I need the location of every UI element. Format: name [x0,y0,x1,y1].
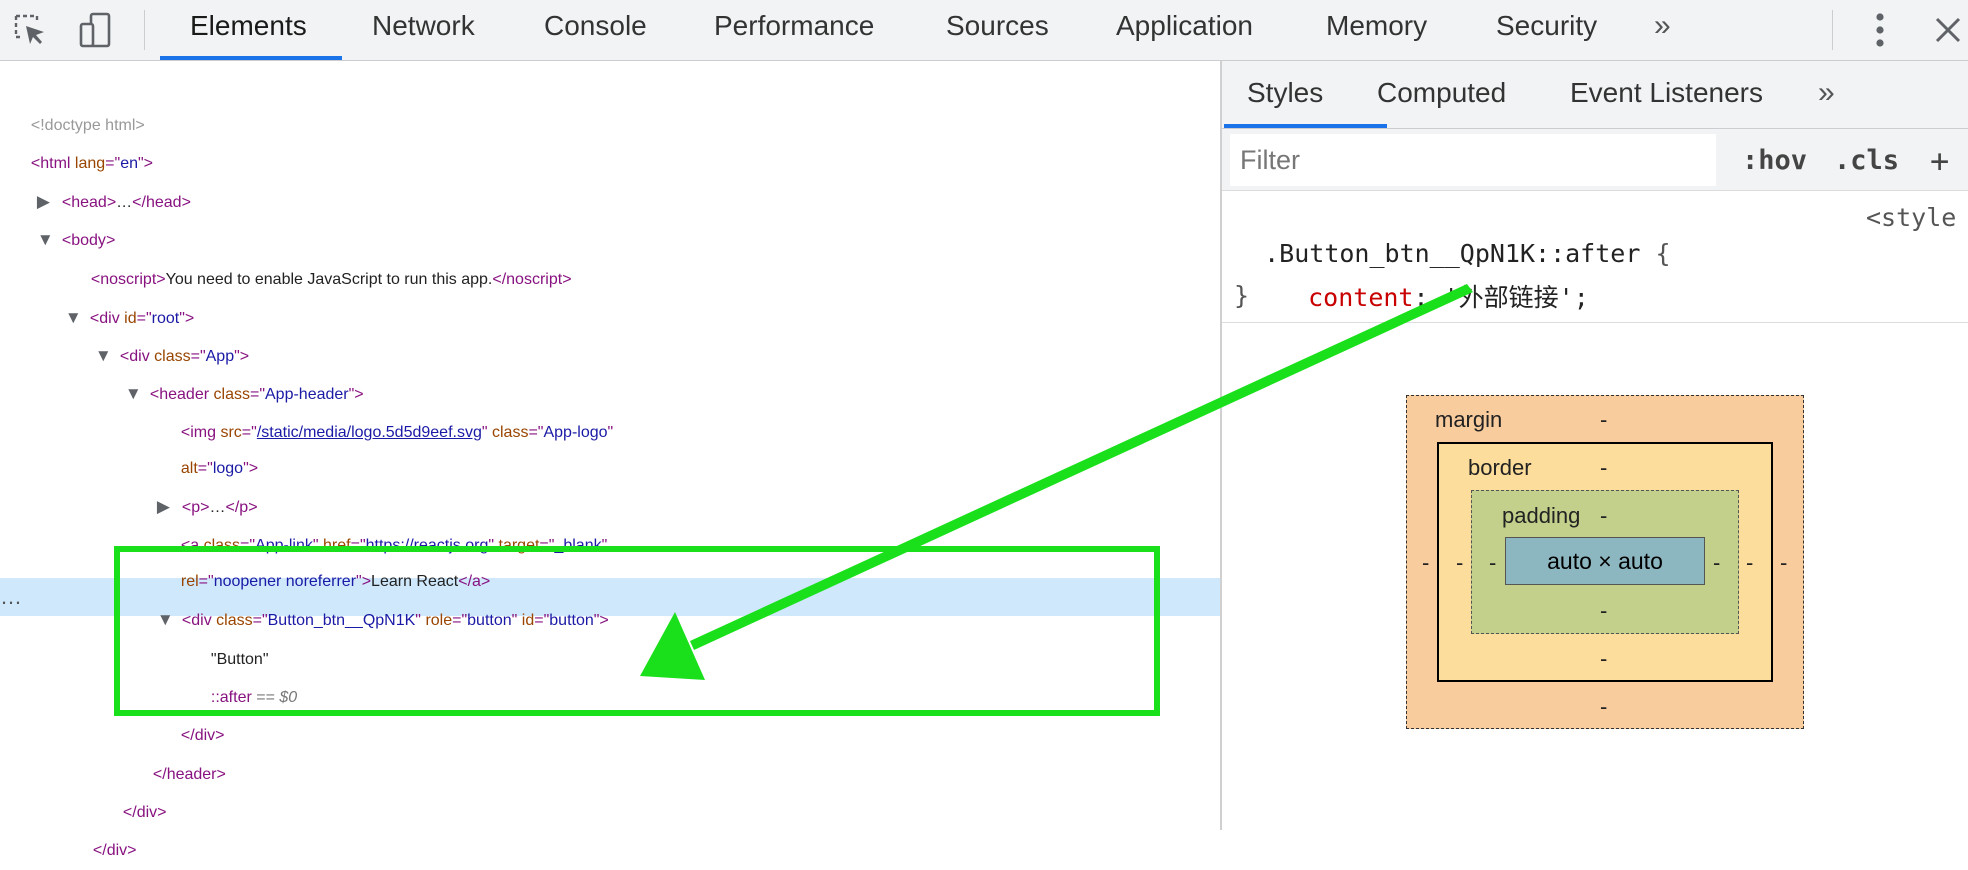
dom-line-img-cont[interactable]: alt="logo"> [172,412,258,477]
tab-application[interactable]: Application [1116,0,1253,60]
tab-computed[interactable]: Computed [1377,61,1506,127]
collapse-triangle-icon[interactable]: ▼ [37,221,62,259]
more-tabs-button[interactable]: » [1818,61,1835,127]
toolbar-divider [1832,10,1833,50]
open-brace: { [1655,239,1671,268]
padding-bottom-value: - [1600,598,1608,623]
inspect-element-icon[interactable] [10,10,50,50]
dom-line-div-root-close[interactable]: </div> [84,794,137,859]
device-toolbar-icon[interactable] [76,10,116,50]
dom-line-noscript[interactable]: <noscript>You need to enable JavaScript … [82,223,572,288]
border-right-value: - [1746,550,1754,575]
css-value: '外部链接' [1443,283,1574,312]
tag-name: noscript [506,271,563,288]
tab-event-listeners[interactable]: Event Listeners [1570,61,1763,127]
padding-top-value: - [1600,503,1608,528]
cls-button[interactable]: .cls [1834,140,1899,182]
dom-line-div-app-close[interactable]: </div> [114,756,167,821]
tab-sources[interactable]: Sources [946,0,1049,60]
hov-button[interactable]: :hov [1742,140,1807,182]
close-icon[interactable] [1928,10,1968,50]
rule-divider [1222,322,1968,323]
tag-name: head [145,194,182,211]
margin-top-value: - [1600,407,1608,432]
margin-right-value: - [1780,550,1788,575]
dom-line-div-app[interactable]: ▼ <div class="App"> [86,299,249,365]
dom-line-html[interactable]: <html lang="en"> [22,107,153,172]
dom-line-body[interactable]: ▼ <body> [28,183,115,249]
css-rule-source[interactable]: <style [1866,200,1956,236]
tag-name: div [106,842,128,859]
dom-line-head[interactable]: ▶ <head>…</head> [28,145,191,211]
close-brace: } [1234,281,1250,310]
noscript-text: You need to enable JavaScript to run thi… [165,271,493,288]
toolbar-divider [144,10,145,50]
tab-console[interactable]: Console [544,0,647,60]
annotation-highlight-box [114,546,1160,716]
more-tabs-button[interactable]: » [1654,0,1671,60]
tab-styles[interactable]: Styles [1247,61,1323,127]
padding-right-value: - [1713,550,1721,575]
tab-elements[interactable]: Elements [190,0,307,60]
tag-name: header [166,766,217,783]
box-model-content[interactable]: auto × auto [1505,537,1705,585]
dom-line-img[interactable]: <img src="/static/media/logo.5d5d9eef.sv… [172,376,613,441]
row-actions-dots[interactable]: … [0,578,22,616]
css-property: content [1308,283,1414,312]
styles-filter-input[interactable] [1230,134,1716,186]
tab-security[interactable]: Security [1496,0,1597,60]
tab-network[interactable]: Network [372,0,475,60]
devtools-toolbar: Elements Network Console Performance Sou… [0,0,1968,61]
margin-label: margin [1435,407,1503,432]
collapsed-ellipsis: … [116,194,133,211]
tab-performance[interactable]: Performance [714,0,874,60]
active-tab-indicator [160,56,342,60]
logo-src-link[interactable]: /static/media/logo.5d5d9eef.svg [257,424,482,441]
dom-line-doctype[interactable]: <!doctype html> [22,69,145,134]
border-label: border [1468,455,1532,480]
margin-left-value: - [1422,550,1430,575]
padding-left-value: - [1489,550,1497,575]
dom-line-header-close[interactable]: </header> [144,718,226,783]
collapse-triangle-icon[interactable]: ▼ [125,375,150,413]
dom-line-a[interactable]: <a class="App-link" href="https://reactj… [172,489,607,554]
margin-bottom-value: - [1600,694,1608,719]
attr-value: App-logo [543,424,608,441]
tag-name: div [136,804,158,821]
kebab-menu-icon[interactable] [1860,10,1900,50]
css-declaration[interactable]: content: '外部链接'; [1278,244,1589,316]
attr-name: class [492,424,529,441]
padding-label: padding [1502,503,1581,528]
new-rule-button[interactable]: + [1930,140,1949,182]
tab-memory[interactable]: Memory [1326,0,1427,60]
active-tab-indicator [1224,124,1387,128]
dom-line-p[interactable]: ▶ <p>…</p> [148,450,258,516]
dom-line-header[interactable]: ▼ <header class="App-header"> [116,337,364,403]
border-top-value: - [1600,455,1608,480]
dom-line-div-root[interactable]: ▼ <div id="root"> [56,261,194,327]
border-left-value: - [1456,550,1464,575]
border-bottom-value: - [1600,646,1608,671]
